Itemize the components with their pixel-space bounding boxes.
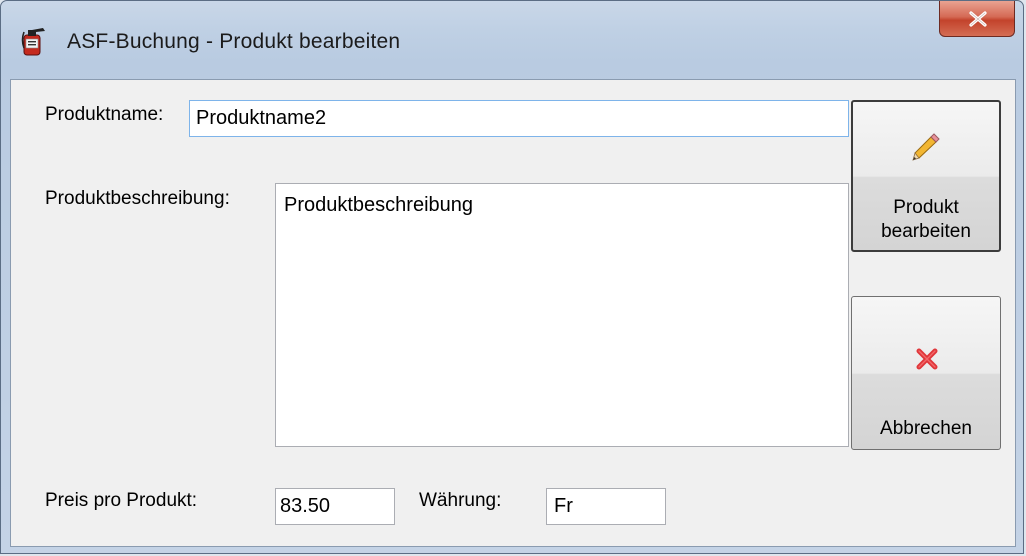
product-name-input[interactable] xyxy=(189,100,849,137)
product-name-label: Produktname: xyxy=(45,104,164,125)
product-description-label: Produktbeschreibung: xyxy=(45,188,230,209)
close-button[interactable] xyxy=(939,1,1015,37)
pencil-icon xyxy=(912,133,940,161)
cancel-button[interactable]: Abbrechen xyxy=(851,296,1001,450)
price-label: Preis pro Produkt: xyxy=(45,490,198,511)
currency-input[interactable] xyxy=(546,488,666,525)
price-input[interactable] xyxy=(275,488,395,525)
close-icon xyxy=(969,11,987,27)
product-description-textarea[interactable]: Produktbeschreibung xyxy=(275,183,849,447)
currency-label: Währung: xyxy=(419,490,502,511)
edit-button-label-line2: bearbeiten xyxy=(881,221,971,242)
edit-product-button[interactable]: Produkt bearbeiten xyxy=(851,100,1001,252)
dialog-window: ASF-Buchung - Produkt bearbeiten Produkt… xyxy=(0,0,1024,554)
dialog-content: Produktname: Produktbeschreibung: Produk… xyxy=(10,79,1016,547)
title-bar[interactable]: ASF-Buchung - Produkt bearbeiten xyxy=(1,1,1023,77)
red-x-icon xyxy=(916,348,938,370)
edit-button-label-line1: Produkt xyxy=(893,197,959,218)
fire-extinguisher-icon xyxy=(21,28,45,56)
cancel-button-label: Abbrechen xyxy=(880,418,972,439)
window-title: ASF-Buchung - Produkt bearbeiten xyxy=(67,30,401,53)
